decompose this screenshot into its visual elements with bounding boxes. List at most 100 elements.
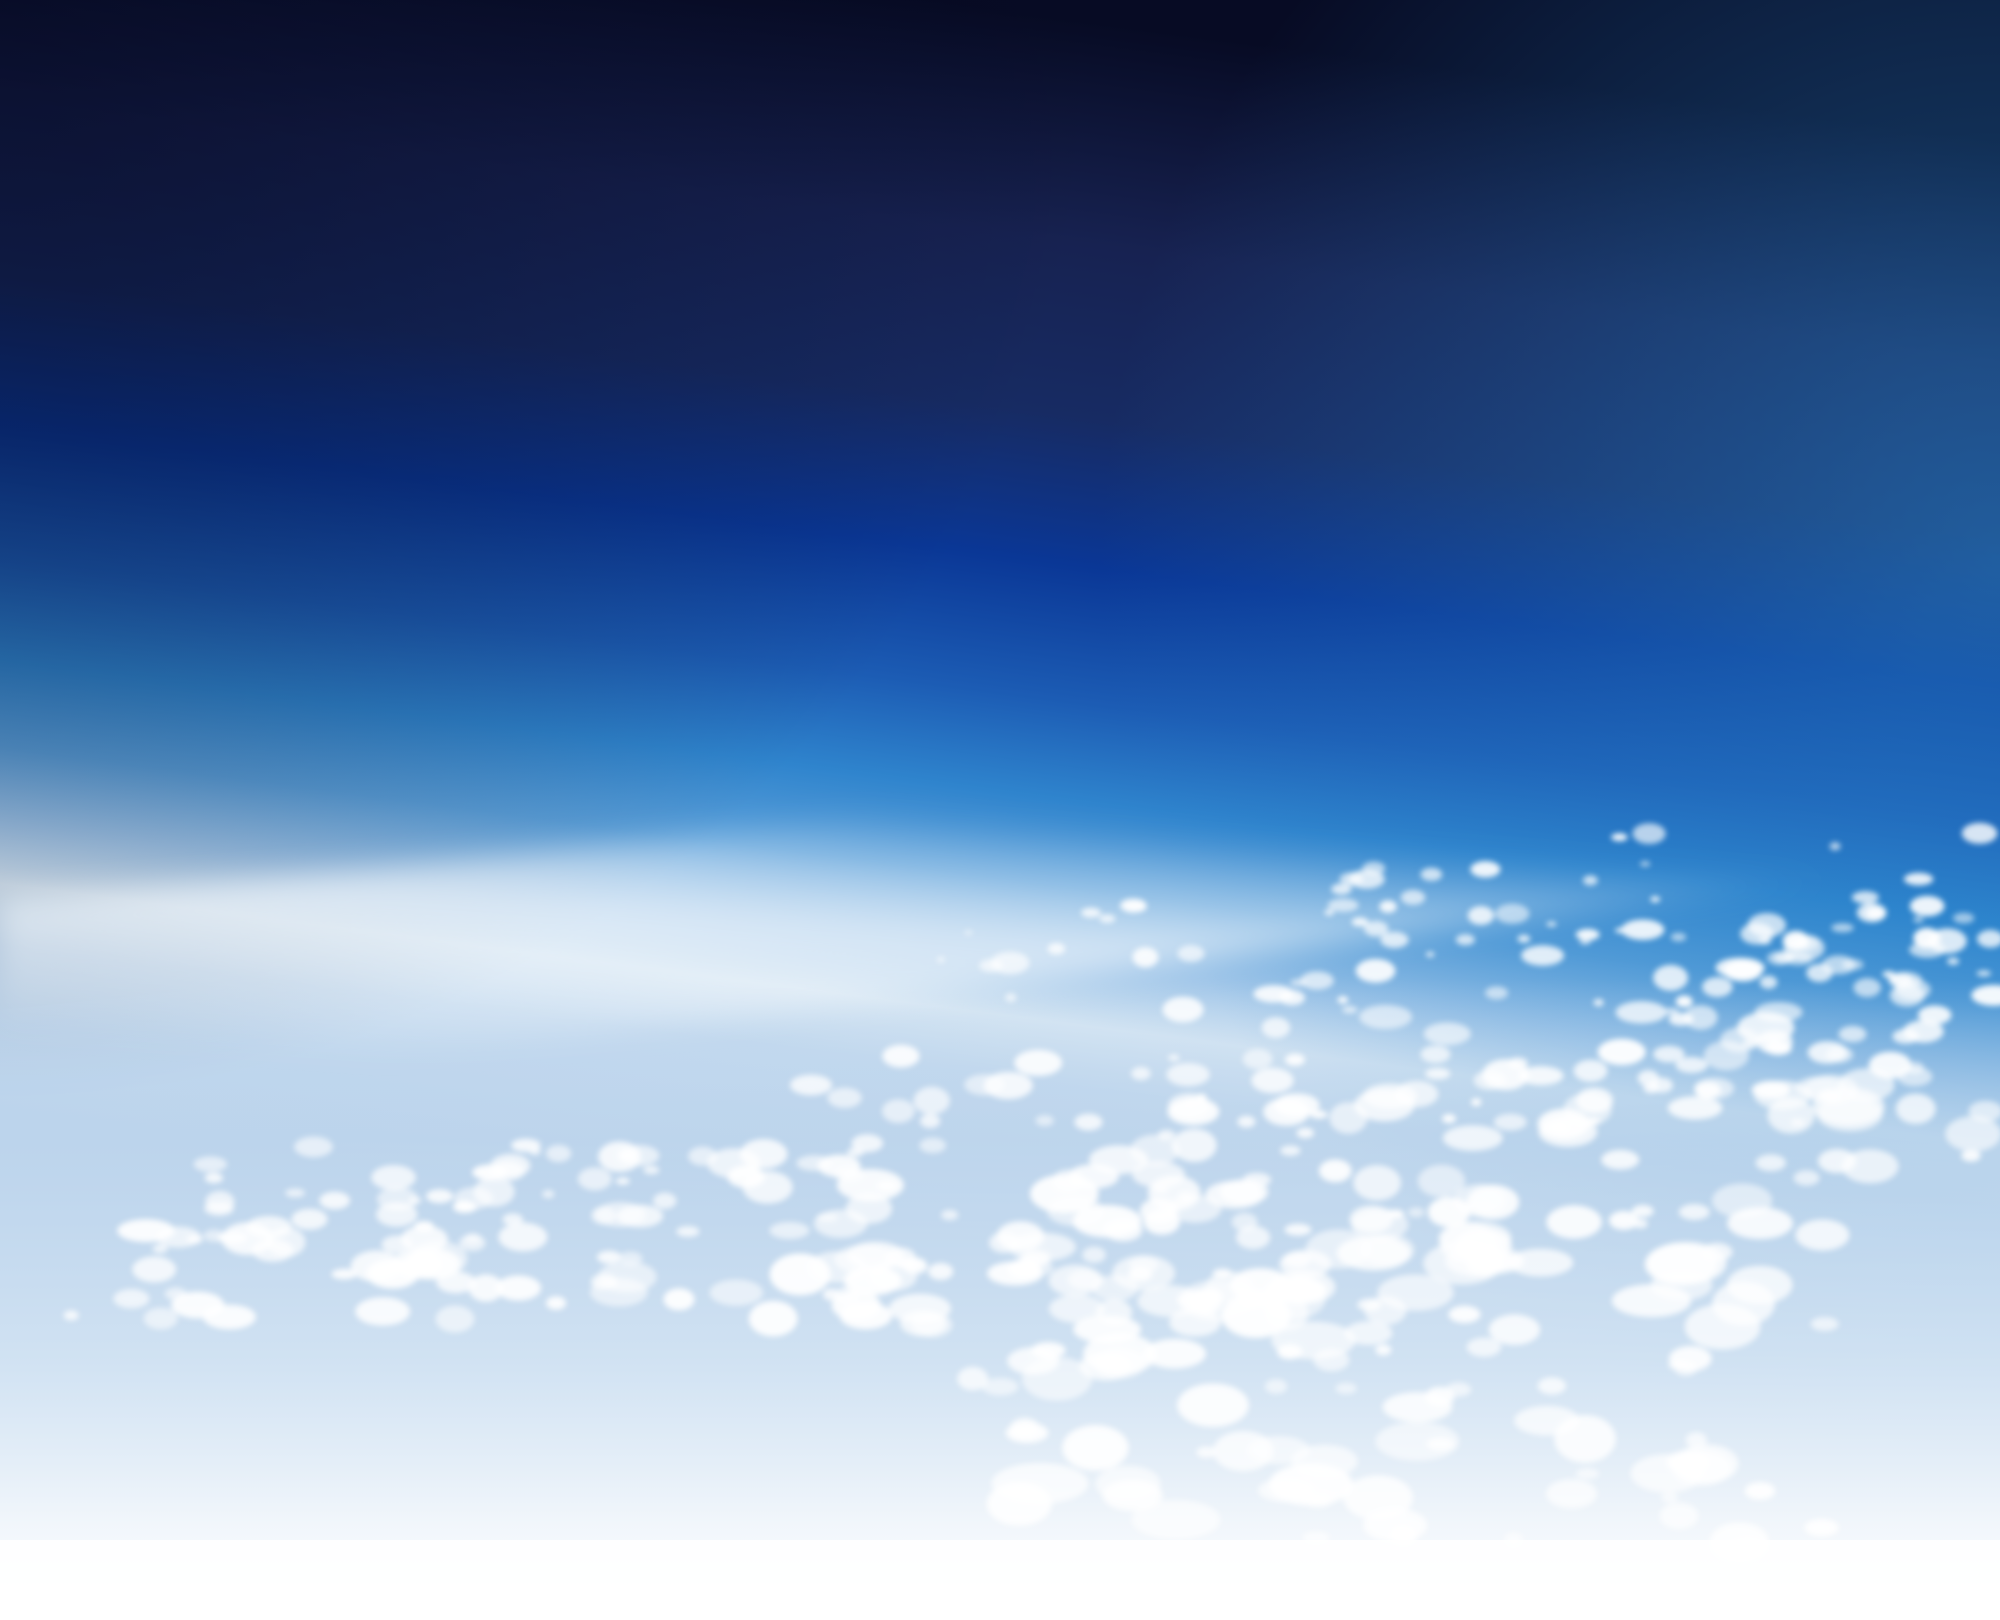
cloud-puff [143,1307,178,1330]
cloud-puff [1132,1161,1186,1188]
cloud-puff [1806,963,1833,983]
cloud-puff [1169,1308,1221,1337]
cloud-puff [1353,1165,1401,1201]
cloud-puff [903,1257,928,1275]
cloud-puff [1068,1164,1119,1189]
cloud-puff [452,1200,475,1213]
cloud-puff [615,1177,630,1185]
cloud-puff [171,1291,225,1319]
cloud-puff [1195,1093,1207,1101]
cloud-puff [1892,1029,1919,1044]
cloud-puff [1670,932,1687,942]
cloud-puff [1856,903,1887,923]
cloud-puff [1764,1041,1792,1056]
cloud-puff [790,1074,832,1096]
cloud-puff [988,1232,1020,1253]
cloud-puff [913,1086,950,1115]
cloud-puff [1290,978,1307,987]
cloud-puff [1364,1296,1407,1325]
cloud-puff [1759,975,1778,989]
cloud-puff [1909,895,1945,917]
cloud-puff [816,1212,838,1223]
cloud-puff [1099,914,1116,924]
cloud-puff [1455,934,1475,946]
cloud-puff [1047,942,1066,955]
cloud-puff [1608,1210,1639,1230]
cloud-puff [709,1279,764,1306]
cloud-puff [1264,1379,1288,1394]
cloud-puff [1485,986,1509,1000]
cloud-puff [1621,919,1665,940]
cloud-puff [1790,1118,1806,1127]
cloud-puff [1517,934,1531,943]
cloud-puff [1407,1207,1425,1218]
cloud-puff [983,1071,1033,1100]
cloud-puff [545,1144,572,1163]
cloud-puff [1005,993,1017,1003]
cloud-puff [1493,1113,1527,1131]
cloud-puff [371,1165,416,1190]
cloud-puff [132,1256,177,1283]
cloud-puff [1575,1468,1600,1480]
cloud-puff [294,1136,333,1158]
cloud-puff [1917,1005,1952,1025]
cloud-puff [1304,1493,1333,1508]
cloud-puff [597,1261,657,1293]
cloud-puff [919,1113,941,1129]
cloud-puff [473,1177,515,1207]
cloud-puff [1615,928,1625,933]
cloud-puff [1324,909,1335,916]
cloud-puff [1643,1082,1659,1094]
cloud-puff [1062,1425,1129,1471]
cloud-puff [1668,1012,1694,1026]
cloud-puff [1711,1183,1773,1218]
cloud-puff [688,1146,718,1166]
cloud-puff [1445,1382,1472,1397]
cloud-puff [1470,861,1501,878]
cloud-puff [1283,1252,1311,1268]
cloud-puff [1364,921,1389,937]
cloud-puff [1482,1059,1530,1090]
cloud-puff [285,1188,305,1198]
cloud-puff [1007,1347,1059,1375]
cloud-puff [1831,923,1854,933]
cloud-puff [1442,1125,1503,1151]
cloud-puff [1521,945,1565,966]
cloud-puff [1162,996,1204,1023]
cloud-puff [1195,1301,1215,1312]
cloud-puff [63,1310,79,1321]
cloud-puff [1095,1465,1161,1503]
cloud-puff [1048,1294,1105,1323]
cloud-puff [204,1172,224,1184]
cloud-puff [1615,1001,1668,1024]
cloud-puff [1339,872,1364,886]
cloud-puff [1344,1321,1393,1345]
cloud-puff [1601,1149,1640,1170]
cloud-puff [498,1222,548,1252]
cloud-puff [1597,1038,1646,1066]
cloud-puff [1961,1150,1981,1162]
cloud-puff [1575,1087,1614,1114]
cloud-puff [1417,1164,1466,1198]
cloud-puff [350,1250,403,1282]
cloud-puff [1131,1066,1151,1081]
cloud-puff [1400,889,1426,905]
cloud-puff [435,1305,475,1333]
cloud-puff [1895,1093,1936,1124]
cloud-puff [1488,1314,1541,1345]
cloud-puff [1927,928,1967,954]
cloud-puff [1672,1450,1732,1486]
cloud-puff [1466,1184,1520,1220]
cloud-puff [1379,900,1397,913]
cloud-puff [1668,1360,1690,1370]
cloud-puff [1795,1076,1846,1100]
earth-horizon-photo [0,0,2000,1620]
cloud-puff [1650,1270,1713,1301]
cloud-puff [618,1251,643,1266]
cloud-puff [1896,1066,1933,1087]
cloud-puff [1112,1255,1176,1291]
cloud-puff [1349,1205,1394,1234]
cloud-puff [1947,957,1960,965]
cloud-puff [1420,1045,1451,1064]
cloud-puff [542,1189,555,1199]
